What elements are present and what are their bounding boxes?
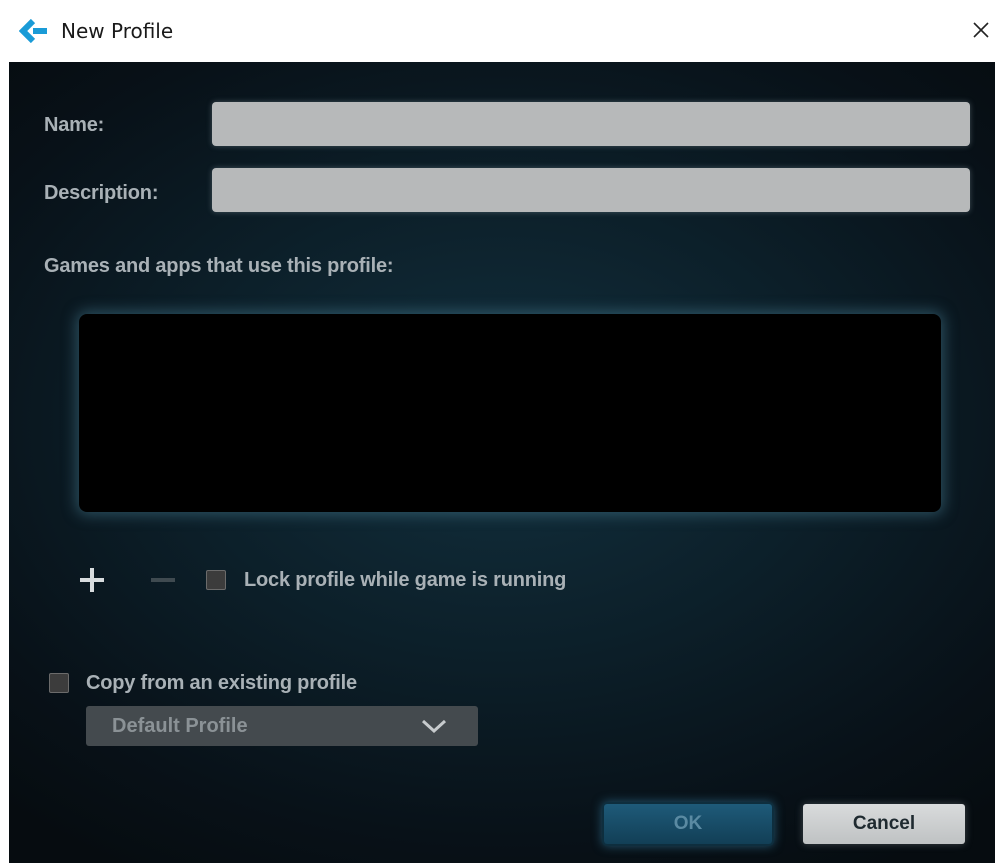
lock-profile-label: Lock profile while game is running	[244, 569, 567, 591]
title-bar: New Profile	[0, 0, 995, 62]
apps-list[interactable]	[79, 314, 941, 512]
dialog-body: Name: Description: Games and apps that u…	[9, 62, 995, 863]
copy-profile-dropdown[interactable]: Default Profile	[86, 706, 478, 746]
copy-profile-checkbox[interactable]	[49, 673, 69, 693]
chevron-down-icon	[421, 719, 447, 734]
description-field[interactable]	[212, 168, 970, 212]
minus-icon[interactable]	[151, 568, 175, 592]
dropdown-selected-value: Default Profile	[112, 715, 248, 737]
apps-list-label: Games and apps that use this profile:	[44, 255, 394, 277]
lock-profile-checkbox[interactable]	[206, 570, 226, 590]
cancel-button[interactable]: Cancel	[803, 804, 965, 844]
name-label: Name:	[44, 114, 105, 136]
ok-button[interactable]: OK	[604, 804, 772, 844]
copy-profile-label: Copy from an existing profile	[86, 672, 357, 694]
window-title: New Profile	[61, 19, 174, 43]
name-field[interactable]	[212, 102, 970, 146]
close-icon[interactable]	[967, 16, 995, 44]
plus-icon[interactable]	[80, 568, 104, 592]
logitech-g-icon	[19, 19, 47, 43]
description-label: Description:	[44, 182, 159, 204]
new-profile-dialog: New Profile Name: Description: Games and…	[0, 0, 995, 863]
